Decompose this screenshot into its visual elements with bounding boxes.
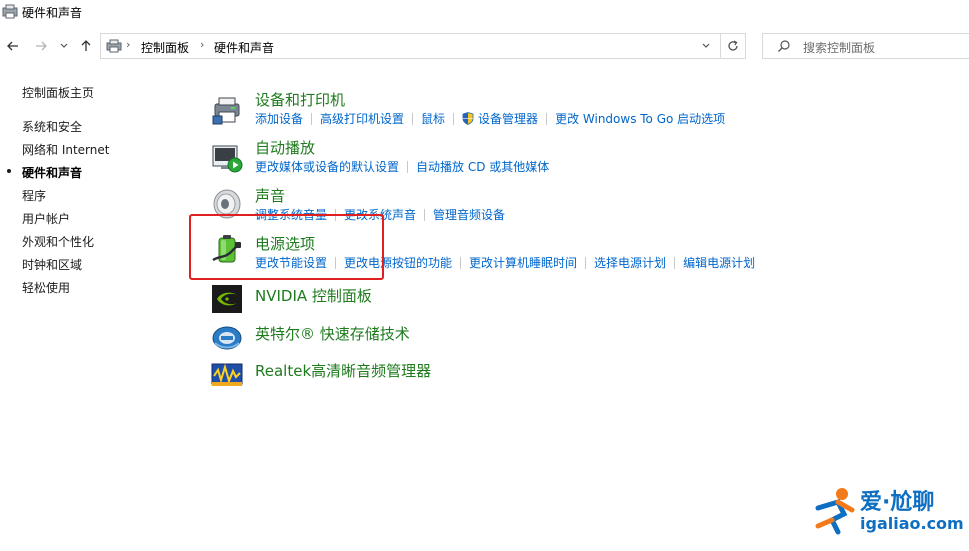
- link-autoplay-cd[interactable]: 自动播放 CD 或其他媒体: [416, 160, 549, 174]
- window-title: 硬件和声音: [22, 6, 83, 20]
- forward-button[interactable]: [31, 36, 51, 56]
- divider: [407, 161, 409, 173]
- category-title[interactable]: NVIDIA 控制面板: [255, 285, 372, 306]
- printer-icon[interactable]: [211, 94, 243, 126]
- link-edit-power-plan[interactable]: 编辑电源计划: [683, 256, 755, 270]
- sidebar-item-hardware-sound[interactable]: 硬件和声音: [22, 164, 82, 181]
- link-mouse[interactable]: 鼠标: [421, 112, 445, 126]
- highlight-box: [189, 214, 384, 280]
- watermark: 爱·尬聊 igaliao.com: [806, 480, 966, 544]
- title-bar: 硬件和声音: [0, 0, 969, 24]
- control-panel-icon: [2, 4, 18, 19]
- link-sleep-time[interactable]: 更改计算机睡眠时间: [469, 256, 577, 270]
- watermark-title: 爱·尬聊: [860, 490, 935, 515]
- sidebar-item-appearance[interactable]: 外观和个性化: [22, 233, 94, 250]
- watermark-url: igaliao.com: [860, 514, 964, 533]
- current-item-bullet: [7, 169, 11, 173]
- refresh-button[interactable]: [723, 36, 743, 56]
- nvidia-icon[interactable]: [211, 283, 243, 315]
- divider: [585, 257, 587, 269]
- category-title[interactable]: Realtek高清晰音频管理器: [255, 360, 431, 381]
- divider: [311, 113, 313, 125]
- search-input[interactable]: 搜索控制面板: [803, 39, 875, 56]
- sidebar-item-system-security[interactable]: 系统和安全: [22, 118, 82, 135]
- search-box[interactable]: 搜索控制面板: [762, 33, 969, 59]
- link-choose-power-plan[interactable]: 选择电源计划: [594, 256, 666, 270]
- intel-rst-icon[interactable]: [211, 321, 243, 353]
- category-links: 更改媒体或设备的默认设置 自动播放 CD 或其他媒体: [255, 158, 549, 175]
- control-panel-icon: [106, 39, 122, 53]
- category-title[interactable]: 自动播放: [255, 137, 315, 158]
- link-change-media-defaults[interactable]: 更改媒体或设备的默认设置: [255, 160, 399, 174]
- search-icon: [778, 40, 790, 52]
- up-button[interactable]: [76, 36, 96, 56]
- runner-logo-icon: [815, 488, 855, 535]
- link-advanced-printer-setup[interactable]: 高级打印机设置: [320, 112, 404, 126]
- category-links: 添加设备 高级打印机设置 鼠标 设备管理器 更改 Windows To Go 启动选项: [255, 110, 725, 127]
- category-title[interactable]: 声音: [255, 185, 285, 206]
- link-windows-to-go[interactable]: 更改 Windows To Go 启动选项: [555, 112, 725, 126]
- link-device-manager[interactable]: 设备管理器: [478, 112, 538, 126]
- link-manage-audio-devices[interactable]: 管理音频设备: [433, 208, 505, 222]
- sidebar-item-user-accounts[interactable]: 用户帐户: [22, 210, 70, 227]
- divider: [674, 257, 676, 269]
- link-add-device[interactable]: 添加设备: [255, 112, 303, 126]
- sidebar-item-clock-region[interactable]: 时钟和区域: [22, 256, 82, 273]
- refresh-icon: [728, 40, 738, 51]
- chevron-right-icon[interactable]: ›: [200, 38, 204, 51]
- address-bar[interactable]: › 控制面板 › 硬件和声音: [100, 33, 746, 59]
- address-dropdown-button[interactable]: [697, 37, 715, 55]
- arrow-up-icon: [81, 40, 91, 51]
- chevron-right-icon[interactable]: ›: [126, 38, 130, 51]
- sidebar-item-ease-of-access[interactable]: 轻松使用: [22, 279, 70, 296]
- arrow-left-icon: [7, 41, 18, 51]
- divider: [412, 113, 414, 125]
- divider: [453, 113, 455, 125]
- chevron-down-icon: [702, 43, 710, 48]
- category-title[interactable]: 英特尔® 快速存储技术: [255, 323, 410, 344]
- sidebar-item-programs[interactable]: 程序: [22, 187, 46, 204]
- back-button[interactable]: [3, 36, 23, 56]
- autoplay-icon[interactable]: [211, 141, 243, 173]
- arrow-right-icon: [36, 41, 47, 51]
- breadcrumb-control-panel[interactable]: 控制面板: [141, 39, 189, 56]
- category-title[interactable]: 设备和打印机: [255, 89, 345, 110]
- uac-shield-icon: [462, 112, 474, 125]
- divider: [720, 34, 721, 58]
- sidebar-item-home[interactable]: 控制面板主页: [22, 84, 94, 101]
- sidebar-item-network[interactable]: 网络和 Internet: [22, 141, 109, 158]
- divider: [460, 257, 462, 269]
- chevron-down-icon: [60, 43, 68, 48]
- divider: [424, 209, 426, 221]
- realtek-audio-icon[interactable]: [211, 358, 243, 390]
- recent-locations-button[interactable]: [56, 36, 72, 56]
- divider: [546, 113, 548, 125]
- breadcrumb-hardware-and-sound[interactable]: 硬件和声音: [214, 39, 274, 56]
